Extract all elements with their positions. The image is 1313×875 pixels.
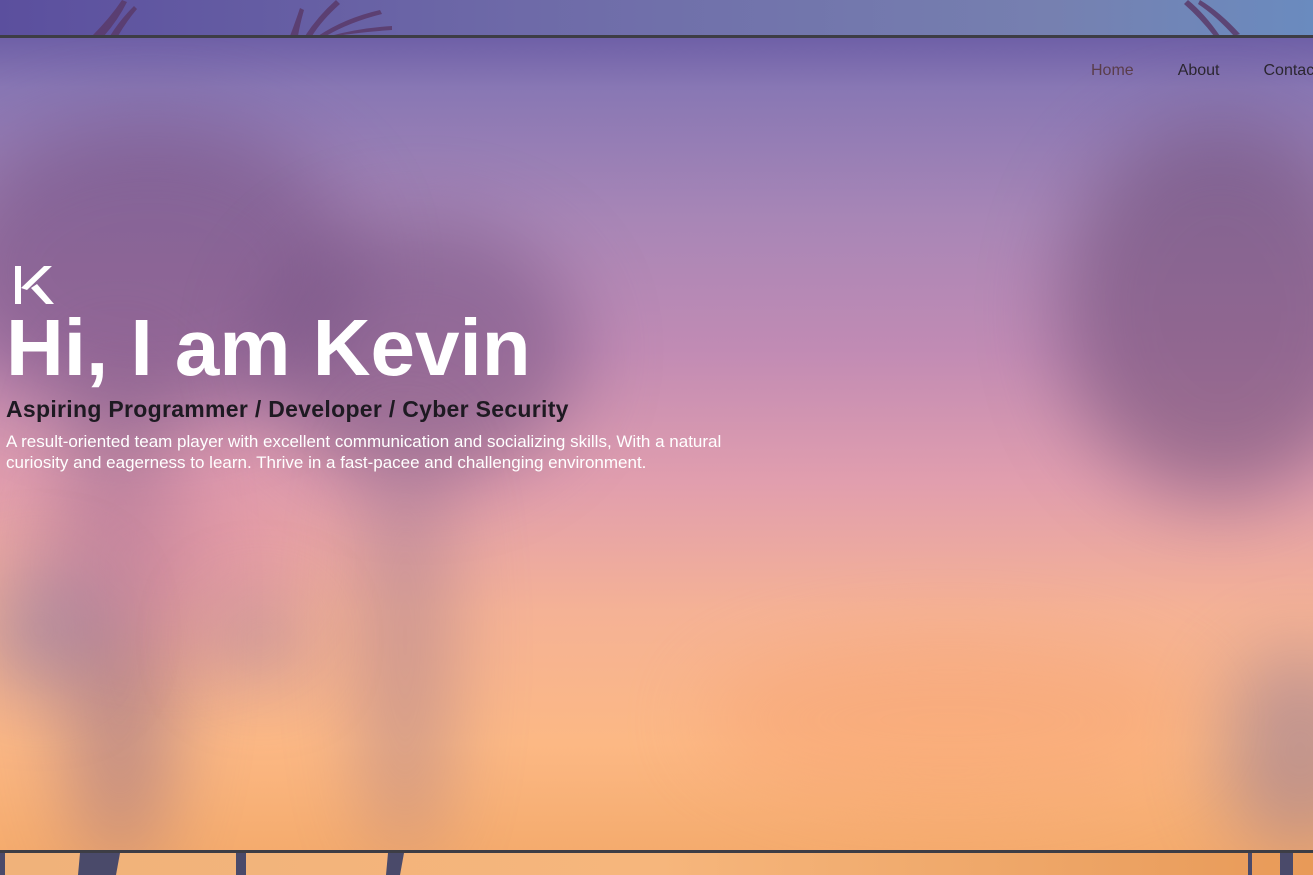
palm-fronds-top — [92, 0, 1240, 36]
hero-title: Hi, I am Kevin — [6, 303, 531, 392]
hero-section: Hi, I am Kevin Aspiring Programmer / Dev… — [6, 262, 806, 473]
main-nav: Home About Contact — [1091, 62, 1313, 80]
hero-subtitle: Aspiring Programmer / Developer / Cyber … — [6, 396, 569, 422]
hero-description: A result-oriented team player with excel… — [6, 432, 722, 472]
nav-home-link[interactable]: Home — [1091, 62, 1134, 80]
nav-contact-link[interactable]: Contact — [1264, 62, 1313, 80]
top-image-strip — [0, 0, 1313, 36]
nav-about-link[interactable]: About — [1178, 62, 1220, 80]
bottom-image-strip — [0, 853, 1313, 875]
palm-trunks-bottom — [0, 853, 1293, 875]
k-monogram-logo — [15, 266, 54, 304]
